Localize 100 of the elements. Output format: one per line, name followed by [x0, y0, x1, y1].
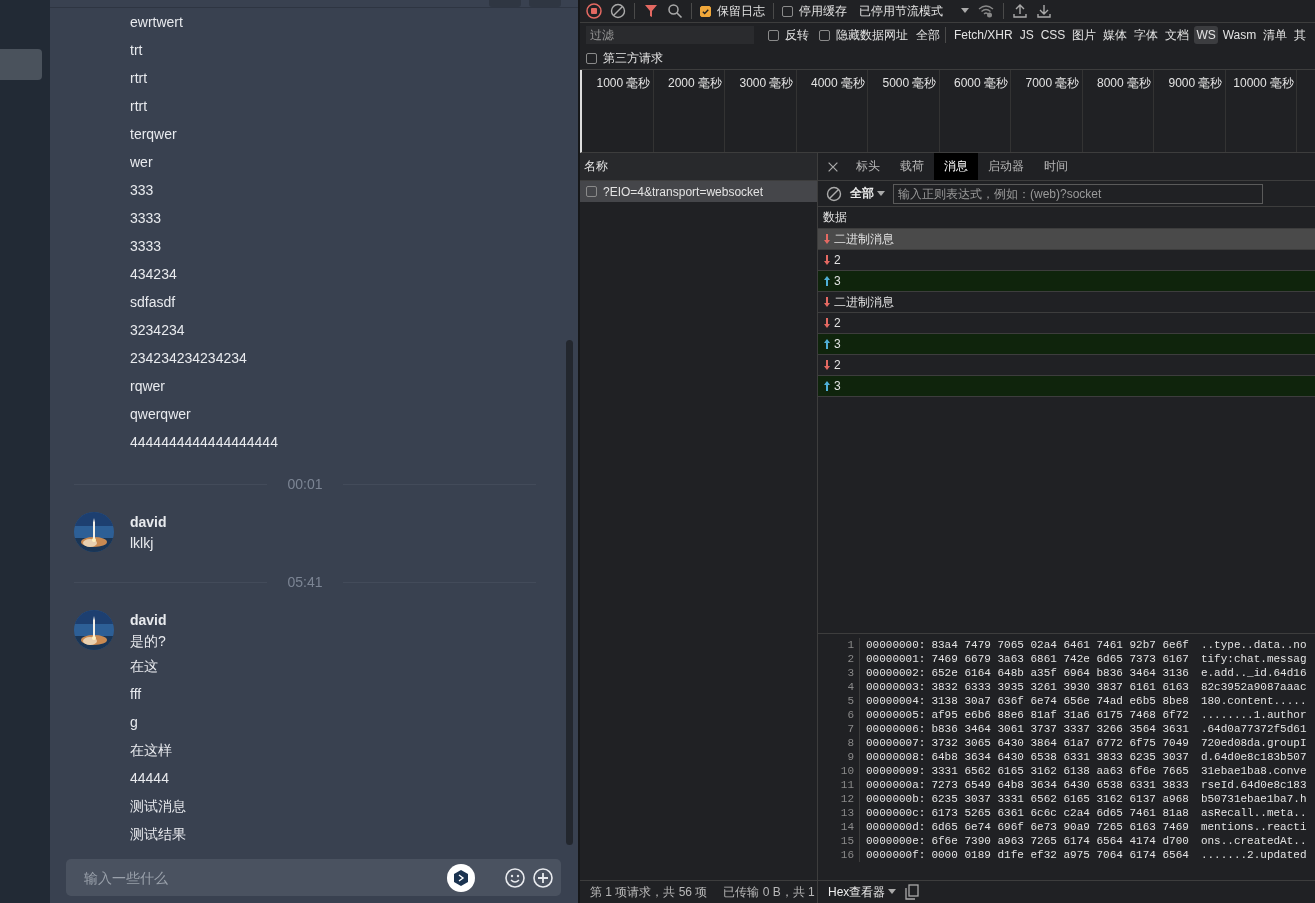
- regex-filter-field[interactable]: 输入正则表达式，例如：(web)?socket: [893, 183, 1263, 204]
- chat-message: 333: [130, 182, 154, 198]
- message-text: 二进制消息: [834, 230, 894, 248]
- type-filter[interactable]: 清单: [1261, 24, 1290, 46]
- time-divider: 05:41: [287, 574, 323, 590]
- record-icon[interactable]: [586, 3, 602, 19]
- timeline-label: 9000 毫秒: [1168, 76, 1223, 90]
- search-icon[interactable]: [667, 3, 683, 19]
- hex-ascii: mentions..reacti: [1200, 820, 1307, 834]
- line-number: 8: [818, 736, 860, 750]
- upload-icon[interactable]: [1012, 3, 1028, 19]
- type-filter[interactable]: 全部: [914, 24, 942, 46]
- hex-offset: 0000000b:: [866, 792, 926, 806]
- status-text: 第 1 项请求，共 56 项: [590, 883, 708, 901]
- checkbox[interactable]: [700, 5, 711, 17]
- time-divider: 00:01: [287, 476, 323, 492]
- tab[interactable]: 时间: [1034, 153, 1078, 180]
- block-icon[interactable]: [826, 185, 842, 202]
- chat-message: fff: [130, 686, 142, 702]
- caret-icon: [877, 190, 885, 197]
- tab[interactable]: 标头: [846, 153, 890, 180]
- checkbox[interactable]: [586, 52, 597, 64]
- hex-ascii: tify:chat.messag: [1200, 652, 1307, 666]
- hex-ascii: b50731ebae1ba7.h: [1200, 792, 1307, 806]
- tab[interactable]: 载荷: [890, 153, 934, 180]
- type-filter[interactable]: 文档: [1163, 24, 1192, 46]
- tab[interactable]: 消息: [934, 153, 978, 180]
- chat-message: qwerqwer: [130, 406, 191, 422]
- message-row[interactable]: 二进制消息: [818, 292, 1315, 313]
- line-number: 15: [818, 834, 860, 848]
- hex-offset: 0000000f:: [866, 848, 926, 862]
- scrollbar[interactable]: [566, 340, 573, 845]
- download-icon[interactable]: [1036, 3, 1052, 19]
- hex-offset: 00000004:: [866, 694, 926, 708]
- filter-icon[interactable]: [643, 3, 659, 19]
- type-filter[interactable]: JS: [1017, 26, 1036, 44]
- type-filter[interactable]: Wasm: [1220, 26, 1259, 44]
- type-filter[interactable]: 媒体: [1101, 24, 1130, 46]
- viewer-dropdown[interactable]: Hex查看器: [828, 883, 897, 901]
- hex-bytes: 3732 3065 6430 3864 61a7 6772 6f75 7049: [931, 736, 1189, 750]
- message-row[interactable]: 二进制消息: [818, 229, 1315, 250]
- chat-message: terqwer: [130, 126, 177, 142]
- chat-message: 测试消息: [130, 798, 186, 814]
- wifi-icon[interactable]: [977, 3, 995, 19]
- timeline-label: 1000 毫秒: [596, 76, 651, 90]
- checkbox[interactable]: [782, 5, 793, 17]
- hex-offset: 00000003:: [866, 680, 926, 694]
- hex-bytes: af95 e6b6 88e6 81af 31a6 6175 7468 6f72: [931, 708, 1189, 722]
- hex-ascii: d.64d0e8c183b507: [1200, 750, 1307, 764]
- hex-bytes: b836 3464 3061 3737 3337 3266 3564 3631: [931, 722, 1189, 736]
- chat-message: lklkj: [130, 535, 154, 551]
- message-type-dropdown[interactable]: 全部: [850, 185, 885, 202]
- message-text: 3: [834, 337, 841, 351]
- type-filter[interactable]: WS: [1194, 26, 1218, 44]
- type-filter[interactable]: 图片: [1070, 24, 1099, 46]
- message-row[interactable]: 3: [818, 271, 1315, 292]
- bot-icon[interactable]: [447, 863, 475, 892]
- add-icon[interactable]: [533, 867, 553, 888]
- hex-bytes: 6f6e 7390 a963 7265 6174 6564 4174 d700: [931, 834, 1189, 848]
- clear-icon[interactable]: [610, 3, 626, 19]
- chat-message: 是的?: [130, 633, 166, 649]
- checkbox-label: 隐藏数据网址: [836, 26, 908, 44]
- hex-bytes: 6235 3037 3331 6562 6165 3162 6137 a968: [931, 792, 1189, 806]
- line-number: 10: [818, 764, 860, 778]
- type-filter[interactable]: 其: [1292, 24, 1309, 46]
- timeline-label: 7000 毫秒: [1025, 76, 1080, 90]
- chat-message: trt: [130, 42, 143, 58]
- tab[interactable]: 启动器: [978, 153, 1034, 180]
- chat-message: 234234234234234: [130, 350, 247, 366]
- copy-icon[interactable]: [904, 884, 921, 900]
- hex-bytes: 652e 6164 648b a35f 6964 b836 3464 3136: [931, 666, 1189, 680]
- checkbox[interactable]: [819, 29, 830, 41]
- caret-icon[interactable]: [961, 8, 969, 14]
- line-number: 5: [818, 694, 860, 708]
- hex-offset: 0000000d:: [866, 820, 926, 834]
- line-number: 7: [818, 722, 860, 736]
- timeline-label: 8000 毫秒: [1096, 76, 1151, 90]
- emoji-icon[interactable]: [505, 867, 525, 888]
- timeline-label: 10000 毫秒: [1233, 76, 1294, 90]
- column-header: 名称: [584, 158, 608, 175]
- hex-bytes: 3138 30a7 636f 6e74 656e 74ad e6b5 8be8: [931, 694, 1189, 708]
- type-filter[interactable]: Fetch/XHR: [952, 26, 1015, 44]
- hex-ascii: asRecall..meta..: [1200, 806, 1307, 820]
- filter-field[interactable]: 过滤: [586, 26, 754, 44]
- request-row[interactable]: ?EIO=4&transport=websocket: [580, 181, 817, 202]
- message-input[interactable]: 输入一些什么: [82, 868, 439, 887]
- message-field[interactable]: 输入一些什么: [66, 859, 561, 896]
- message-row[interactable]: 3: [818, 334, 1315, 355]
- hex-offset: 00000001:: [866, 652, 926, 666]
- checkbox[interactable]: [768, 29, 779, 41]
- hex-bytes: 64b8 3634 6430 6538 6331 3833 6235 3037: [931, 750, 1189, 764]
- chat-message: 3333: [130, 238, 162, 254]
- hex-ascii: ..type..data..no: [1200, 638, 1307, 652]
- message-row[interactable]: 3: [818, 376, 1315, 397]
- type-filter[interactable]: 字体: [1132, 24, 1161, 46]
- line-number: 12: [818, 792, 860, 806]
- throttling-select[interactable]: 已停用节流模式: [859, 2, 943, 20]
- checkbox-label: 反转: [785, 26, 809, 44]
- line-number: 14: [818, 820, 860, 834]
- type-filter[interactable]: CSS: [1038, 26, 1068, 44]
